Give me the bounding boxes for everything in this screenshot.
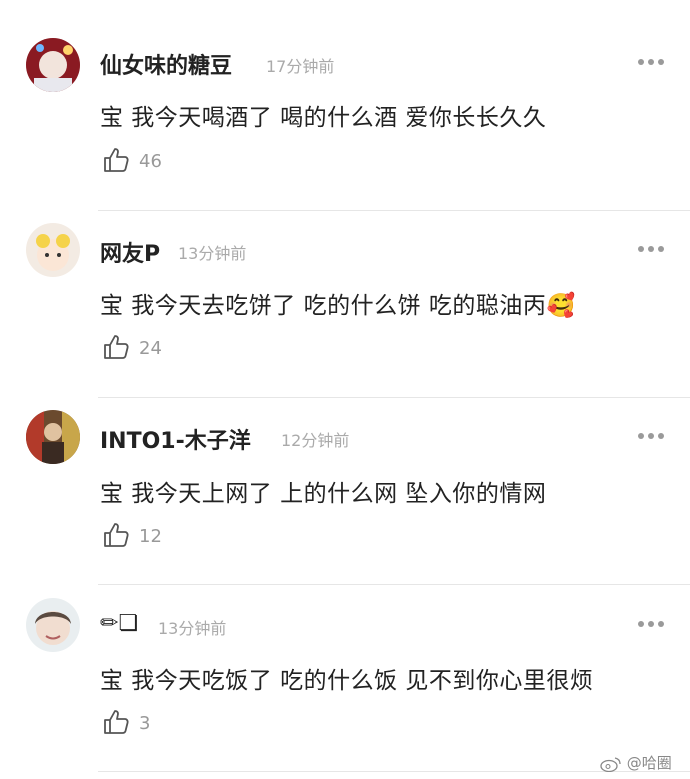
like-count: 3 (139, 713, 151, 734)
like-count: 12 (139, 526, 162, 547)
divider (98, 210, 690, 211)
smiling-face-with-hearts-icon: 🥰 (546, 293, 576, 319)
comment-text: 宝 我今天吃饭了 吃的什么饭 见不到你心里很烦 (100, 668, 594, 694)
thumbs-up-icon[interactable] (102, 708, 130, 736)
watermark: @哈圈 (600, 752, 672, 773)
like-count: 46 (139, 151, 162, 172)
thumbs-up-icon[interactable] (102, 333, 130, 361)
comment-text-body: 宝 我今天去吃饼了 吃的什么饼 吃的聪油丙 (100, 293, 547, 319)
thumbs-up-icon[interactable] (102, 521, 130, 549)
avatar[interactable] (26, 223, 80, 277)
comment-item: 仙女味的糖豆 17分钟前 宝 我今天喝酒了 喝的什么酒 爱你长长久久 46 (0, 0, 690, 211)
more-dots-icon[interactable] (636, 431, 666, 441)
comment-time: 13分钟前 (158, 619, 227, 638)
like-count: 24 (139, 338, 162, 359)
weibo-logo-icon (600, 756, 621, 772)
avatar[interactable] (26, 410, 80, 464)
comment-author[interactable]: 网友P (100, 236, 160, 268)
watermark-text: @哈圈 (626, 754, 672, 772)
divider (98, 397, 690, 398)
comment-author[interactable]: INTO1-木子洋 (100, 423, 251, 455)
more-dots-icon[interactable] (636, 57, 666, 67)
comment-author[interactable]: ✏❏ (100, 611, 138, 636)
comment-author[interactable]: 仙女味的糖豆 (100, 48, 232, 80)
comment-text: 宝 我今天上网了 上的什么网 坠入你的情网 (100, 481, 547, 507)
avatar[interactable] (26, 38, 80, 92)
more-dots-icon[interactable] (636, 244, 666, 254)
comment-text: 宝 我今天去吃饼了 吃的什么饼 吃的聪油丙🥰 (100, 286, 576, 320)
divider (98, 584, 690, 585)
thumbs-up-icon[interactable] (102, 146, 130, 174)
more-dots-icon[interactable] (636, 619, 666, 629)
comment-text: 宝 我今天喝酒了 喝的什么酒 爱你长长久久 (100, 105, 547, 131)
comment-time: 17分钟前 (266, 57, 335, 76)
comment-time: 12分钟前 (281, 431, 350, 450)
avatar[interactable] (26, 598, 80, 652)
comment-time: 13分钟前 (178, 244, 247, 263)
